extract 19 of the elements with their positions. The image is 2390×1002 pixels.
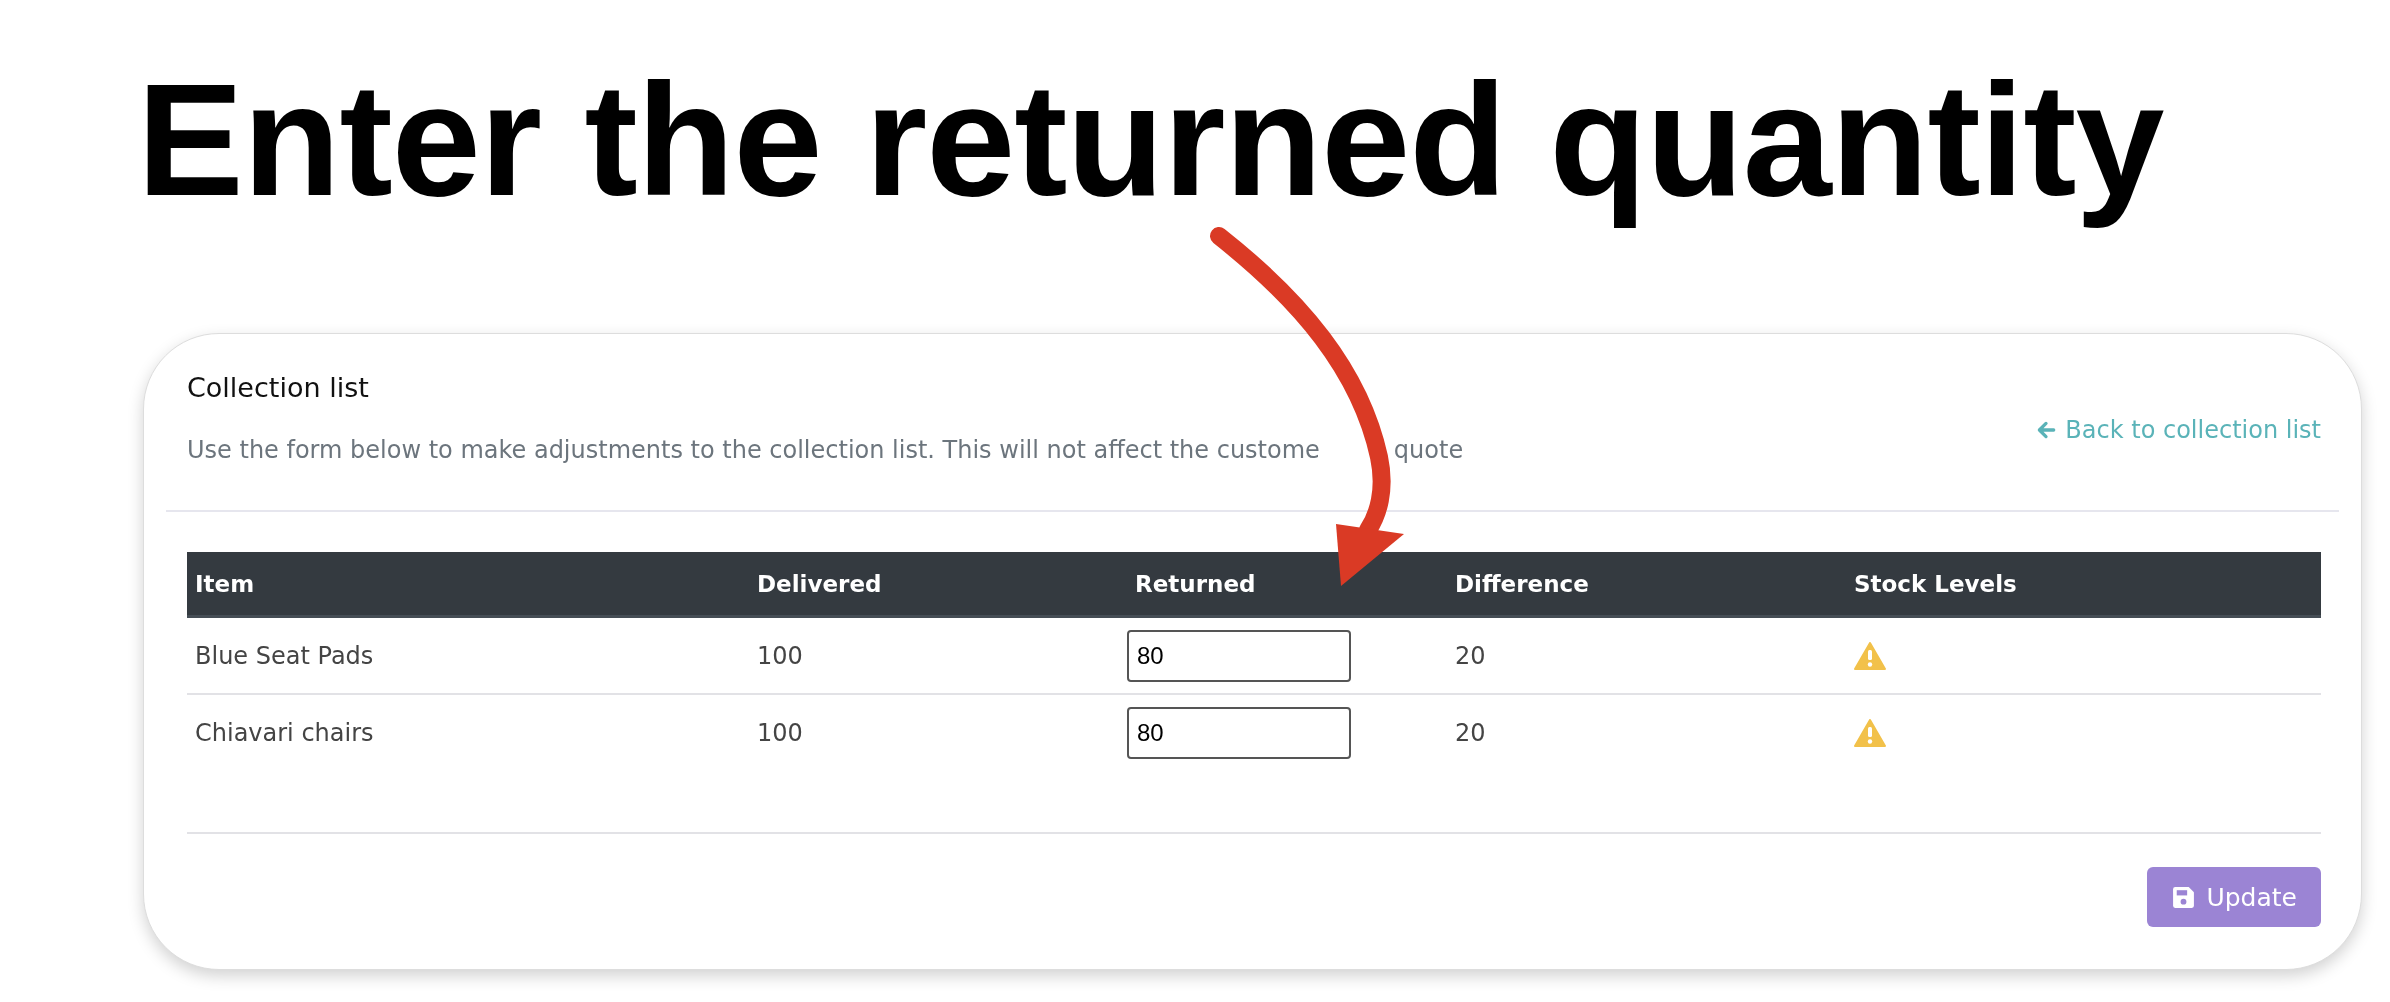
card-title: Collection list [187,371,370,405]
card-subtitle: quote [1393,435,1464,466]
card-subtitle: Use the form below to make adjustments to the collection list. This will not affect the custome [187,435,1320,466]
table-cell: 100 [757,718,803,747]
save-icon [2171,884,2197,910]
column-header: Returned [1134,570,1257,597]
returned-input[interactable]: 80 [1127,629,1351,682]
returned-input[interactable]: 80 [1127,706,1351,759]
table-cell: 20 [1455,718,1486,747]
arrow-left-icon [2035,419,2058,441]
column-header: Stock Levels [1853,570,2018,597]
column-header: Delivered [756,570,883,597]
column-header: Difference [1454,570,1590,597]
table-cell: Blue Seat Pads [195,641,374,670]
table-cell: 20 [1455,641,1486,670]
column-header: Item [194,570,256,597]
page-heading: Enter the returned quantity [136,49,2165,231]
table-cell: Chiavari chairs [195,718,374,747]
table-cell: 100 [757,641,803,670]
